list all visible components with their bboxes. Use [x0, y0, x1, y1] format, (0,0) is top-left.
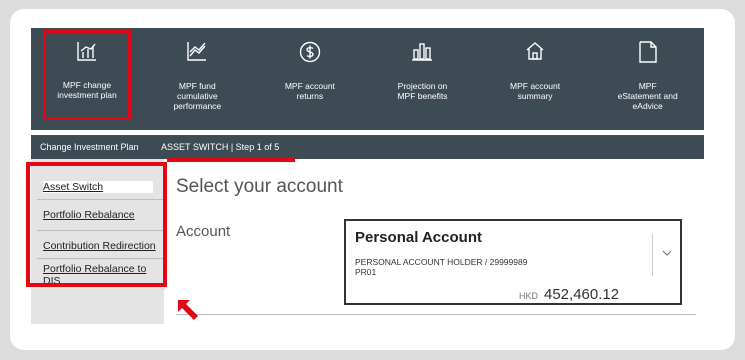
home-icon: [526, 42, 544, 60]
nav-label: MPF change investment plan: [57, 80, 117, 100]
top-navigation: MPF change investment plan MPF fund cumu…: [31, 28, 704, 130]
nav-item-account-returns[interactable]: MPF account returns: [254, 28, 367, 130]
line-chart-icon: [187, 42, 207, 61]
document-icon: [638, 41, 657, 63]
divider: [652, 234, 653, 276]
breadcrumb-step: ASSET SWITCH | Step 1 of 5: [161, 142, 280, 152]
account-label: Account: [176, 223, 231, 240]
nav-label: MPF eStatement and eAdvice: [617, 81, 678, 111]
account-select[interactable]: Personal Account PERSONAL ACCOUNT HOLDER…: [344, 219, 682, 305]
nav-label: MPF account summary: [510, 81, 561, 101]
divider: [176, 314, 696, 315]
column-chart-icon: [412, 43, 433, 61]
nav-item-estatement[interactable]: MPF eStatement and eAdvice: [591, 28, 704, 130]
nav-item-change-investment-plan[interactable]: MPF change investment plan: [43, 30, 131, 120]
breadcrumb: Change Investment Plan ASSET SWITCH | St…: [31, 135, 704, 159]
nav-label: Projection on MPF benefits: [397, 81, 448, 101]
account-currency: HKD: [519, 291, 539, 301]
highlight-underline: [167, 158, 295, 162]
nav-item-projection[interactable]: Projection on MPF benefits: [366, 28, 479, 130]
sidebar-highlight-box: [26, 162, 167, 287]
dollar-icon: [299, 41, 321, 63]
nav-label: MPF account returns: [284, 81, 335, 101]
nav-item-fund-performance[interactable]: MPF fund cumulative performance: [141, 28, 254, 130]
account-code: PR01: [355, 267, 377, 277]
page-title: Select your account: [176, 176, 343, 197]
account-holder: PERSONAL ACCOUNT HOLDER / 29999989: [355, 257, 528, 267]
account-balance: 452,460.12: [544, 286, 620, 303]
nav-label: MPF fund cumulative performance: [173, 81, 222, 111]
nav-item-account-summary[interactable]: MPF account summary: [479, 28, 592, 130]
arrow-pointer-icon: [178, 300, 198, 320]
account-name: Personal Account: [355, 229, 482, 246]
breadcrumb-root[interactable]: Change Investment Plan: [31, 142, 161, 152]
bar-chart-icon: [77, 42, 96, 61]
chevron-down-icon[interactable]: [662, 250, 672, 256]
